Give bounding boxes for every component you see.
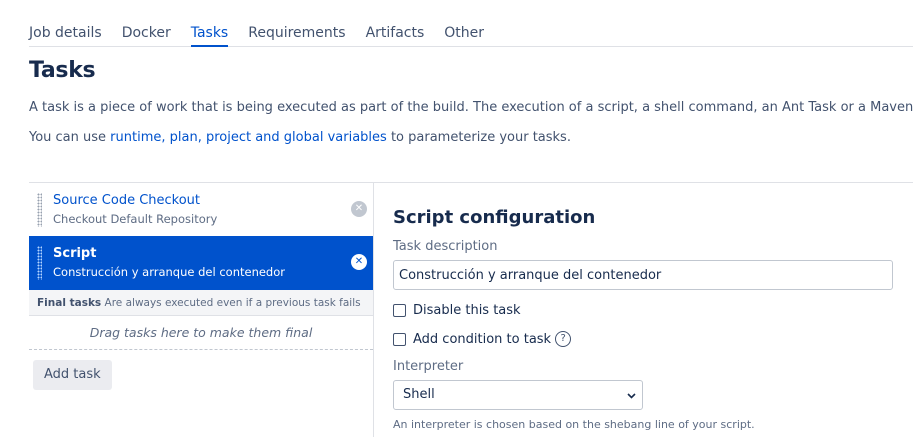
task-item-source-checkout[interactable]: Source Code Checkout Checkout Default Re… <box>29 182 373 236</box>
add-condition-row: Add condition to task ? <box>393 329 893 349</box>
task-description-label: Task description <box>393 239 498 254</box>
tab-requirements[interactable]: Requirements <box>248 20 345 47</box>
add-task-button[interactable]: Add task <box>33 360 112 390</box>
final-tasks-label: Final tasks <box>37 297 102 309</box>
pane-divider <box>373 182 374 437</box>
chevron-down-icon <box>627 393 636 399</box>
interpreter-hint: An interpreter is chosen based on the sh… <box>393 418 755 431</box>
task-description-input[interactable] <box>393 260 893 290</box>
final-tasks-hint: Are always executed even if a previous t… <box>104 297 361 309</box>
close-circle-icon[interactable]: ✕ <box>351 254 367 270</box>
task-name: Script <box>53 246 97 261</box>
pane-top-border <box>374 182 913 183</box>
interpreter-value: Shell <box>403 387 435 402</box>
drag-handle-icon[interactable] <box>37 193 42 227</box>
tab-tasks[interactable]: Tasks <box>190 20 229 47</box>
drag-handle-icon[interactable] <box>37 246 42 280</box>
task-description: Checkout Default Repository <box>53 212 218 226</box>
variables-note-suffix: to parameterize your tasks. <box>386 130 571 145</box>
disable-task-row: Disable this task <box>393 300 893 320</box>
variables-note-prefix: You can use <box>29 130 111 145</box>
task-description: Construcción y arranque del contenedor <box>53 265 285 279</box>
interpreter-select[interactable]: Shell <box>393 380 643 410</box>
add-condition-label[interactable]: Add condition to task <box>413 332 551 347</box>
final-tasks-drop-zone[interactable]: Drag tasks here to make them final <box>29 316 373 350</box>
disable-task-checkbox[interactable] <box>393 303 406 317</box>
tab-bar: Job details Docker Tasks Requirements Ar… <box>29 20 913 47</box>
page-description: A task is a piece of work that is being … <box>29 100 913 115</box>
close-circle-icon[interactable]: ✕ <box>351 201 367 217</box>
interpreter-label: Interpreter <box>393 359 464 374</box>
tab-other[interactable]: Other <box>444 20 484 47</box>
script-configuration-panel: Script configuration Task description Di… <box>393 207 893 431</box>
variables-note: You can use runtime, plan, project and g… <box>29 130 571 145</box>
page-title: Tasks <box>29 58 96 83</box>
variables-link[interactable]: runtime, plan, project and global variab… <box>110 130 387 145</box>
add-condition-checkbox[interactable] <box>393 332 406 346</box>
task-name: Source Code Checkout <box>53 193 201 208</box>
config-title: Script configuration <box>393 207 596 228</box>
tab-docker[interactable]: Docker <box>122 20 171 47</box>
final-tasks-header: Final tasks Are always executed even if … <box>29 290 373 316</box>
help-icon[interactable]: ? <box>555 331 572 347</box>
task-list: Source Code Checkout Checkout Default Re… <box>29 182 373 390</box>
tab-artifacts[interactable]: Artifacts <box>366 20 425 47</box>
task-item-script[interactable]: Script Construcción y arranque del conte… <box>29 236 373 290</box>
disable-task-label[interactable]: Disable this task <box>413 303 521 318</box>
tab-job-details[interactable]: Job details <box>29 20 102 47</box>
